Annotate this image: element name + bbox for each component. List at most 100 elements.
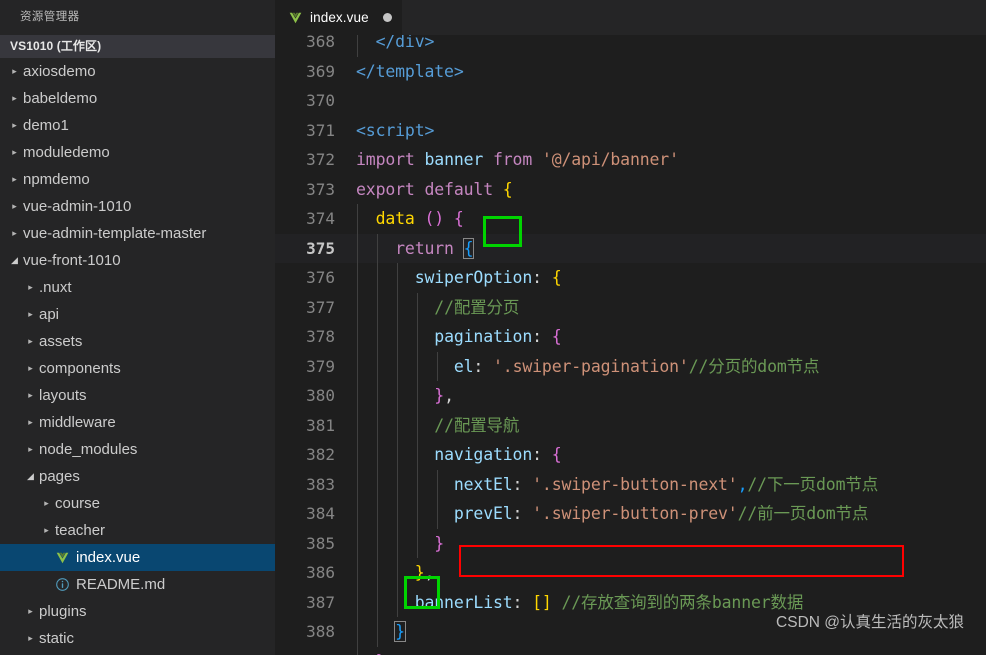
- indent-guide: [357, 528, 358, 558]
- vue-icon: [288, 11, 303, 25]
- line-number: 381: [306, 415, 335, 435]
- chevron-right-icon[interactable]: ▸: [24, 436, 37, 463]
- tab-dirty-indicator[interactable]: [382, 13, 392, 22]
- chevron-right-icon[interactable]: ▸: [24, 328, 37, 355]
- explorer-sidebar: 资源管理器 VS1010 (工作区) ▸ axiosdemo ▸ babeldemo ▸…: [0, 0, 275, 655]
- tree-item-api[interactable]: ▸ api: [0, 301, 275, 328]
- tree-item-course[interactable]: ▸ course: [0, 490, 275, 517]
- chevron-right-icon[interactable]: ▸: [24, 409, 37, 436]
- workspace-root-row[interactable]: VS1010 (工作区): [0, 35, 275, 58]
- indent-guide: [376, 528, 378, 558]
- tree-item-vue-admin-template-master[interactable]: ▸ vue-admin-template-master: [0, 220, 275, 247]
- chevron-right-icon[interactable]: ▸: [24, 382, 37, 409]
- line-number: 389: [275, 647, 356, 655]
- code-line-text: return {: [356, 233, 986, 263]
- code-line-375[interactable]: 375 return {: [275, 233, 986, 263]
- tree-item--nuxt[interactable]: ▸ .nuxt: [0, 274, 275, 301]
- tree-item-label: vue-front-1010: [23, 252, 121, 269]
- tree-item-assets[interactable]: ▸ assets: [0, 328, 275, 355]
- tree-item-label: components: [39, 360, 121, 377]
- tree-item-middleware[interactable]: ▸ middleware: [0, 409, 275, 436]
- tree-item-npmdemo[interactable]: ▸ npmdemo: [0, 166, 275, 193]
- code-line-374[interactable]: 374 data () {: [275, 204, 986, 234]
- tab-index-vue[interactable]: index.vue: [275, 0, 402, 35]
- chevron-right-icon[interactable]: ▸: [40, 517, 53, 544]
- indent-guide: [396, 410, 398, 440]
- code-token: '.swiper-button-next': [532, 474, 738, 494]
- chevron-right-icon[interactable]: ▸: [24, 355, 37, 382]
- code-line-389[interactable]: 389 }: [275, 646, 986, 655]
- chevron-right-icon[interactable]: ▸: [40, 490, 53, 517]
- indent-guide: [376, 292, 378, 322]
- code-editor[interactable]: 368 </div> 369 </template> 370 371 <script> 37…: [275, 35, 986, 655]
- code-line-382[interactable]: 382 navigation: {: [275, 440, 986, 470]
- tree-item-label: middleware: [39, 414, 116, 431]
- chevron-right-icon[interactable]: ▸: [8, 166, 21, 193]
- chevron-right-icon[interactable]: ▸: [8, 85, 21, 112]
- code-token: </div>: [375, 35, 435, 51]
- tree-item-pages[interactable]: ◢ pages: [0, 463, 275, 490]
- tree-item-vue-front-1010[interactable]: ◢ vue-front-1010: [0, 247, 275, 274]
- tree-item-babeldemo[interactable]: ▸ babeldemo: [0, 85, 275, 112]
- tree-item-teacher[interactable]: ▸ teacher: [0, 517, 275, 544]
- tree-item-label: pages: [39, 468, 80, 485]
- line-number: 385: [306, 533, 335, 553]
- code-line-369[interactable]: 369 </template>: [275, 57, 986, 87]
- tree-item-index-vue[interactable]: index.vue: [0, 544, 275, 571]
- code-line-385[interactable]: 385 }: [275, 528, 986, 558]
- chevron-right-icon[interactable]: ▸: [8, 220, 21, 247]
- chevron-down-icon[interactable]: ◢: [24, 463, 37, 490]
- code-line-383[interactable]: 383 nextEl: '.swiper-button-next',//下一页d…: [275, 469, 986, 499]
- code-token: //下一页dom节点: [747, 474, 879, 494]
- chevron-right-icon[interactable]: ▸: [24, 301, 37, 328]
- code-line-386[interactable]: 386 },: [275, 558, 986, 588]
- tree-item-moduledemo[interactable]: ▸ moduledemo: [0, 139, 275, 166]
- file-tree[interactable]: ▸ axiosdemo ▸ babeldemo ▸ demo1 ▸ moduledemo ▸ np…: [0, 58, 275, 655]
- line-number: 377: [306, 297, 335, 317]
- code-line-376[interactable]: 376 swiperOption: {: [275, 263, 986, 293]
- chevron-right-icon[interactable]: ▸: [8, 58, 21, 85]
- tree-item-node-modules[interactable]: ▸ node_modules: [0, 436, 275, 463]
- chevron-right-icon[interactable]: ▸: [8, 193, 21, 220]
- tree-item-demo1[interactable]: ▸ demo1: [0, 112, 275, 139]
- code-line-379[interactable]: 379 el: '.swiper-pagination'//分页的dom节点: [275, 351, 986, 381]
- chevron-right-icon[interactable]: ▸: [24, 274, 37, 301]
- tree-item-layouts[interactable]: ▸ layouts: [0, 382, 275, 409]
- tree-item-vue-admin-1010[interactable]: ▸ vue-admin-1010: [0, 193, 275, 220]
- code-line-text: <script>: [356, 116, 986, 146]
- line-number: 384: [306, 504, 335, 523]
- tree-item-axiosdemo[interactable]: ▸ axiosdemo: [0, 58, 275, 85]
- code-line-text: prevEl: '.swiper-button-prev'//前一页dom节点: [356, 499, 986, 529]
- code-line-368[interactable]: 368 </div>: [275, 35, 986, 57]
- code-line-377[interactable]: 377 //配置分页: [275, 292, 986, 322]
- code-line-380[interactable]: 380 },: [275, 381, 986, 411]
- line-number: 382: [306, 445, 335, 464]
- chevron-right-icon[interactable]: ▸: [8, 112, 21, 139]
- tree-item-readme-md[interactable]: README.md: [0, 571, 275, 598]
- code-token: }: [434, 386, 445, 405]
- code-line-378[interactable]: 378 pagination: {: [275, 322, 986, 352]
- tree-item-plugins[interactable]: ▸ plugins: [0, 598, 275, 625]
- chevron-right-icon[interactable]: ▸: [24, 625, 37, 652]
- code-line-372[interactable]: 372 import banner from '@/api/banner': [275, 145, 986, 175]
- indent-guide: [416, 469, 418, 499]
- indent-guide: [357, 381, 358, 411]
- chevron-down-icon[interactable]: ◢: [8, 247, 21, 274]
- line-number: 388: [306, 622, 335, 641]
- tree-item-components[interactable]: ▸ components: [0, 355, 275, 382]
- tree-item-static[interactable]: ▸ static: [0, 625, 275, 652]
- chevron-right-icon[interactable]: ▸: [24, 598, 37, 625]
- code-line-371[interactable]: 371 <script>: [275, 116, 986, 146]
- code-line-373[interactable]: 373 export default {: [275, 175, 986, 205]
- code-line-370[interactable]: 370: [275, 86, 986, 116]
- code-line-text: }: [356, 646, 986, 655]
- indent-guide: [396, 469, 398, 499]
- code-line-384[interactable]: 384 prevEl: '.swiper-button-prev'//前一页do…: [275, 499, 986, 529]
- chevron-right-icon[interactable]: ▸: [8, 139, 21, 166]
- code-line-381[interactable]: 381 //配置导航: [275, 410, 986, 440]
- code-token: bannerList: [414, 592, 513, 612]
